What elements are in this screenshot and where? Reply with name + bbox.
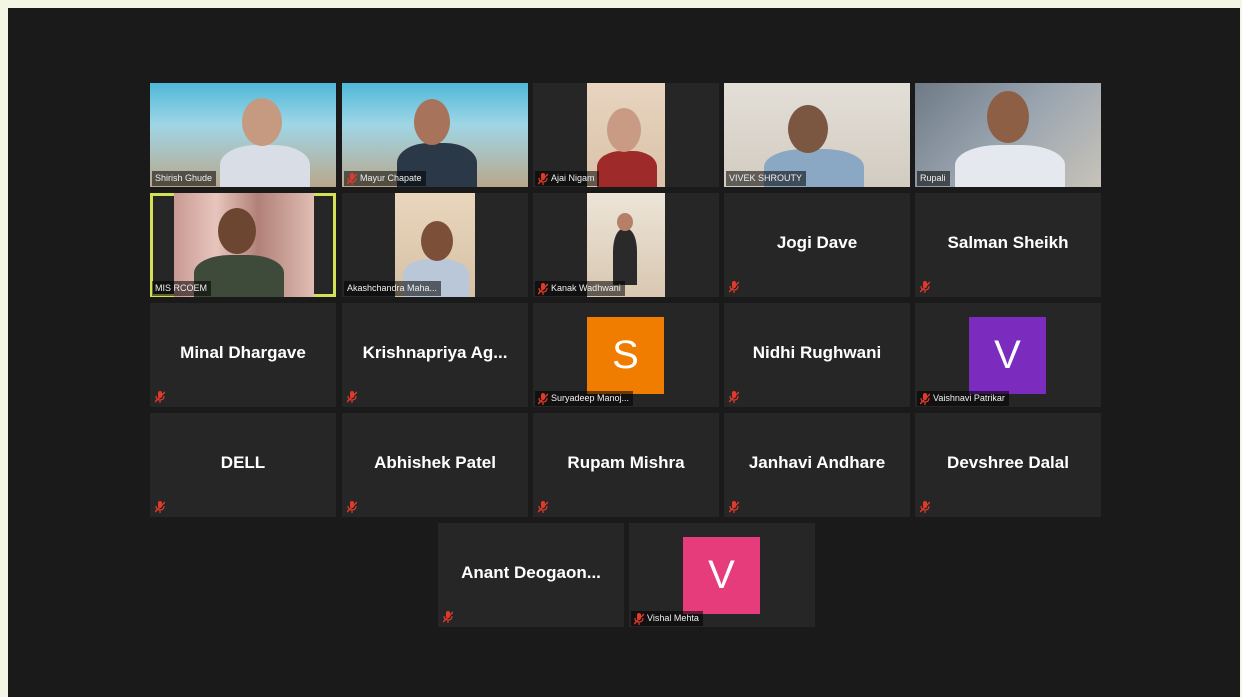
muted-mic-icon	[347, 172, 357, 185]
participant-tile[interactable]: S Suryadeep Manoj...	[533, 303, 719, 407]
participant-tile[interactable]: V Vishal Mehta	[629, 523, 815, 627]
muted-mic-icon	[538, 392, 548, 405]
participant-name: DELL	[220, 453, 266, 472]
muted-mic-icon	[634, 612, 644, 625]
muted-mic-icon	[538, 501, 548, 513]
participant-name-label: Shirish Ghude	[152, 171, 217, 186]
participant-tile[interactable]: Jogi Dave	[724, 193, 910, 297]
muted-mic-icon	[347, 391, 357, 403]
participant-name: Krishnapriya Ag...	[362, 343, 508, 362]
participant-name: Minal Dhargave	[180, 343, 306, 362]
participant-tile[interactable]: Salman Sheikh	[915, 193, 1101, 297]
participant-avatar: S	[587, 317, 664, 394]
participant-tile[interactable]: Anant Deogaon...	[438, 523, 624, 627]
participant-name: Abhishek Patel	[374, 453, 496, 472]
participant-name-label: Suryadeep Manoj...	[535, 391, 634, 406]
participant-name: Salman Sheikh	[947, 233, 1069, 252]
muted-mic-icon	[920, 501, 930, 513]
participant-tile[interactable]: V Vaishnavi Patrikar	[915, 303, 1101, 407]
participant-tile[interactable]: Janhavi Andhare	[724, 413, 910, 517]
participant-tile[interactable]: Mayur Chapate	[342, 83, 528, 187]
participant-name-label: Vaishnavi Patrikar	[917, 391, 1009, 406]
muted-mic-icon	[155, 391, 165, 403]
participant-tile[interactable]: Shirish Ghude	[150, 83, 336, 187]
participant-tile[interactable]: Ajai Nigam	[533, 83, 719, 187]
muted-mic-icon	[347, 501, 357, 513]
participant-name-label: Mayur Chapate	[344, 171, 426, 186]
participant-name-label: Rupali	[917, 171, 950, 186]
participant-name-label: Kanak Wadhwani	[535, 281, 625, 296]
participant-name-label: VIVEK SHROUTY	[726, 171, 807, 186]
participant-tile[interactable]: VIVEK SHROUTY	[724, 83, 910, 187]
participant-name: Janhavi Andhare	[748, 453, 886, 472]
participant-tile[interactable]: Krishnapriya Ag...	[342, 303, 528, 407]
participant-name: Jogi Dave	[776, 233, 858, 252]
participant-name: Nidhi Rughwani	[752, 343, 882, 362]
muted-mic-icon	[920, 392, 930, 405]
participant-name-label: Ajai Nigam	[535, 171, 599, 186]
muted-mic-icon	[443, 611, 453, 623]
participant-tile[interactable]: Nidhi Rughwani	[724, 303, 910, 407]
participant-tile[interactable]: Akashchandra Maha...	[342, 193, 528, 297]
participant-name-label: MIS RCOEM	[152, 281, 212, 296]
participant-avatar: V	[683, 537, 760, 614]
participant-tile[interactable]: Devshree Dalal	[915, 413, 1101, 517]
participant-name-label: Vishal Mehta	[631, 611, 703, 626]
participant-tile[interactable]: Rupali	[915, 83, 1101, 187]
muted-mic-icon	[729, 391, 739, 403]
participant-name: Anant Deogaon...	[461, 563, 601, 582]
participant-avatar: V	[969, 317, 1046, 394]
muted-mic-icon	[920, 281, 930, 293]
participant-name-label: Akashchandra Maha...	[344, 281, 442, 296]
muted-mic-icon	[155, 501, 165, 513]
participant-name: Devshree Dalal	[947, 453, 1069, 472]
gallery-view: Shirish Ghude Mayur Chapate Ajai Nigam V…	[8, 8, 1240, 697]
participant-name: Rupam Mishra	[567, 453, 685, 472]
participant-tile[interactable]: Rupam Mishra	[533, 413, 719, 517]
muted-mic-icon	[538, 282, 548, 295]
participant-tile[interactable]: DELL	[150, 413, 336, 517]
participant-video	[587, 83, 665, 187]
muted-mic-icon	[729, 281, 739, 293]
participant-tile[interactable]: Kanak Wadhwani	[533, 193, 719, 297]
muted-mic-icon	[729, 501, 739, 513]
muted-mic-icon	[538, 172, 548, 185]
participant-tile[interactable]: Minal Dhargave	[150, 303, 336, 407]
participant-tile-active-speaker[interactable]: MIS RCOEM	[150, 193, 336, 297]
participant-tile[interactable]: Abhishek Patel	[342, 413, 528, 517]
